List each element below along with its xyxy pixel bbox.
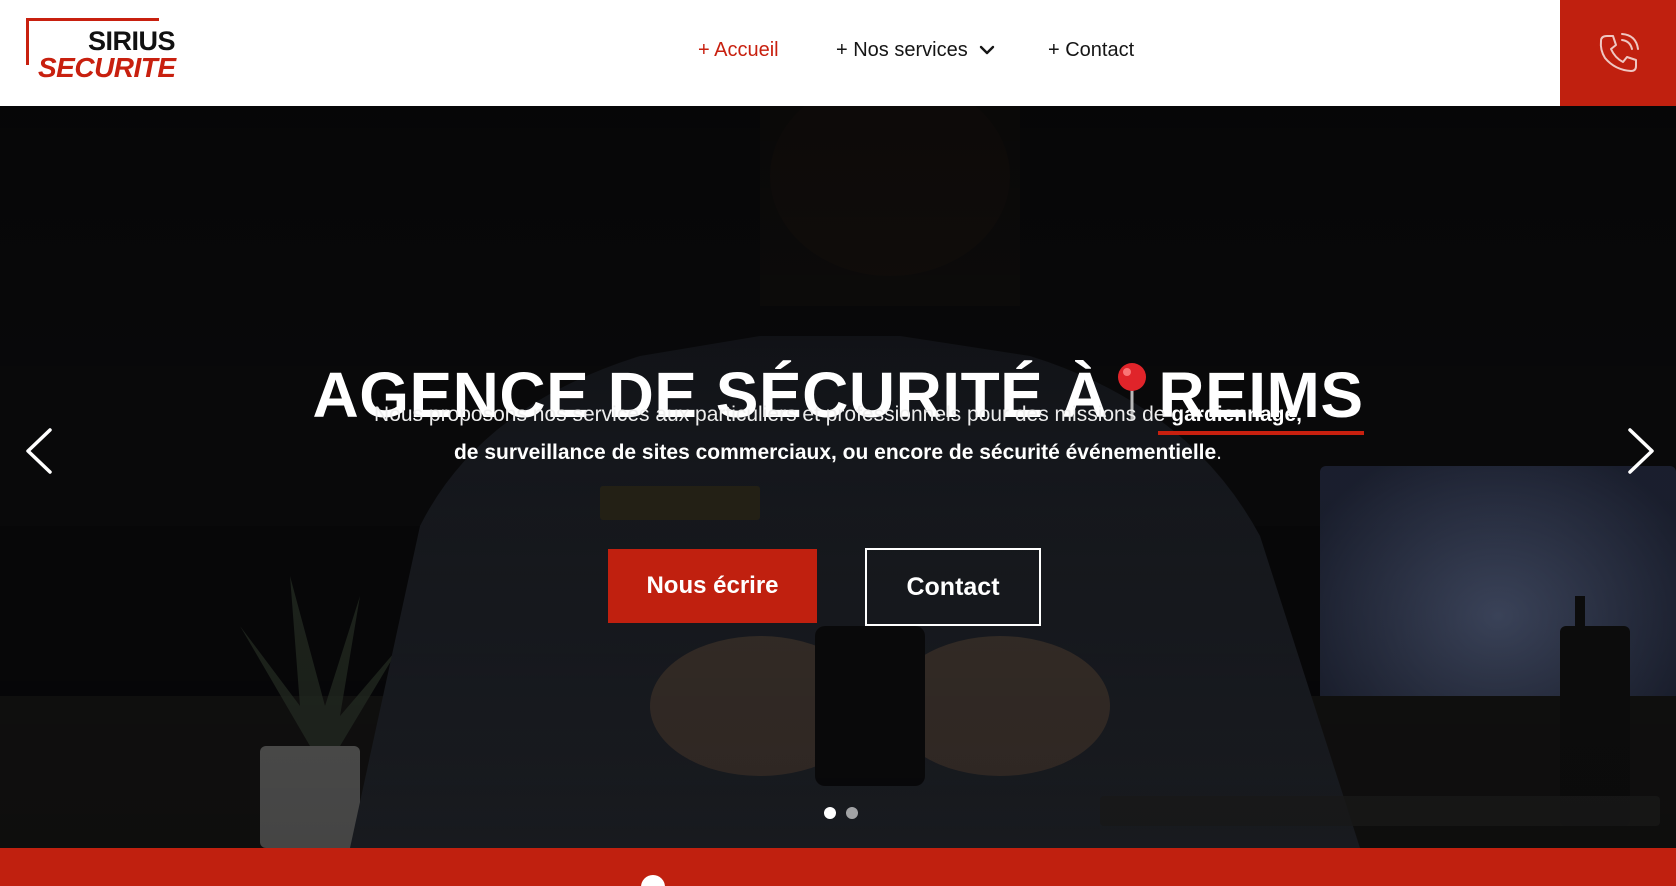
brand-logo[interactable]: SIRIUS SECURITE: [26, 18, 190, 82]
hero-intro-bold-1: gardiennage,: [1171, 403, 1302, 426]
phone-icon: [1599, 33, 1639, 72]
nav-item-contact[interactable]: + Contact: [1048, 36, 1134, 64]
hero-intro-end: .: [1216, 441, 1223, 464]
bottom-info-bar: [0, 848, 1676, 886]
logo-text-top: SIRIUS: [88, 26, 176, 56]
hero-intro-text: Nous proposons nos services aux particul…: [374, 403, 1172, 426]
hero-slider: AGENCE DE SÉCURITÉ À REIMS Nous proposon…: [0, 106, 1676, 848]
phone-call-button[interactable]: [1560, 0, 1676, 106]
contact-button[interactable]: Contact: [865, 548, 1041, 626]
hero-intro-line-1: Nous proposons nos services aux particul…: [338, 396, 1338, 434]
slider-dot-1[interactable]: [824, 807, 836, 819]
chevron-down-icon[interactable]: [978, 42, 996, 58]
logo-text-bottom: SECURITE: [38, 52, 176, 83]
hero-overlay: [0, 106, 1676, 848]
info-icon: [641, 875, 665, 886]
nav-item-accueil[interactable]: + Accueil: [698, 36, 779, 64]
chevron-right-icon[interactable]: [1624, 424, 1658, 478]
nav-item-label: + Nos services: [836, 39, 968, 61]
slider-dot-2[interactable]: [846, 807, 858, 819]
chevron-left-icon[interactable]: [22, 424, 56, 478]
nav-item-nos-services[interactable]: + Nos services: [836, 36, 968, 64]
hero-intro-line-2: de surveillance de sites commerciaux, ou…: [338, 434, 1338, 472]
site-header: SIRIUS SECURITE + Accueil + Nos services…: [0, 0, 1676, 106]
hero-intro-bold-2: de surveillance de sites commerciaux, ou…: [453, 441, 1217, 464]
write-us-button[interactable]: Nous écrire: [608, 549, 817, 623]
